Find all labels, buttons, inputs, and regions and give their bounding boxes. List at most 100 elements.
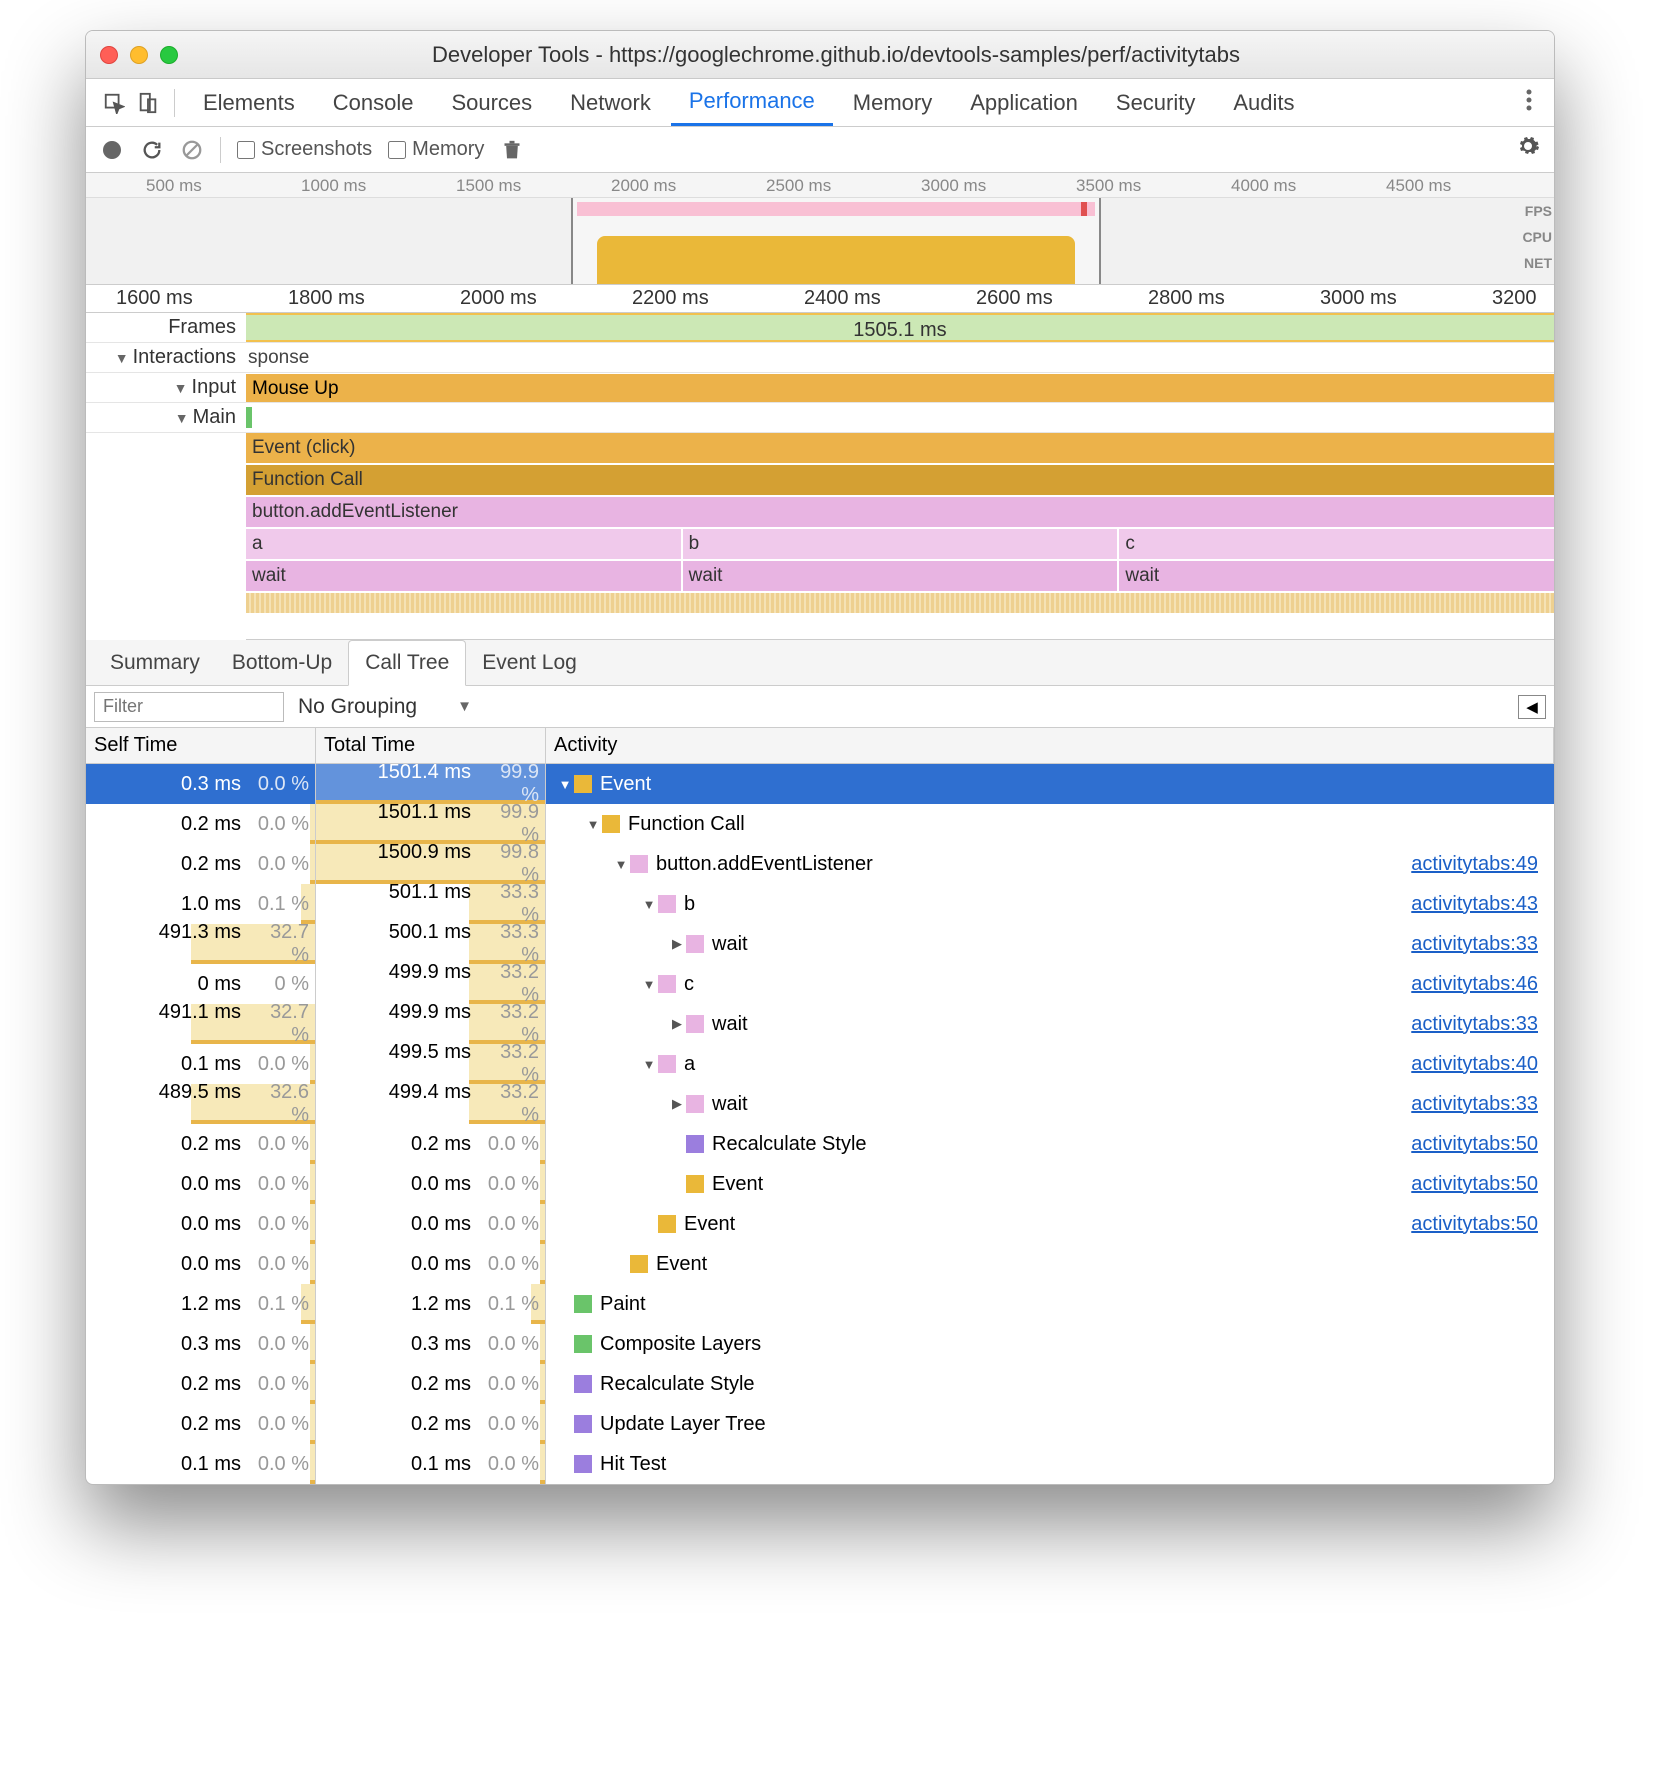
flame-b[interactable]: b [683,529,1118,559]
self-time-cell: 489.5 ms32.6 % [86,1084,316,1124]
table-row[interactable]: 0.2 ms0.0 %0.2 ms0.0 %Update Layer Tree [86,1404,1554,1444]
details-tab-bottom-up[interactable]: Bottom-Up [216,641,348,685]
frames-row[interactable]: Frames 1505.1 ms [86,313,1554,343]
table-row[interactable]: 0.1 ms0.0 %0.1 ms0.0 %Hit Test [86,1444,1554,1484]
table-row[interactable]: 0.0 ms0.0 %0.0 ms0.0 %Eventactivitytabs:… [86,1164,1554,1204]
tab-sources[interactable]: Sources [433,79,550,126]
chevron-down-icon[interactable]: ▼ [115,350,129,366]
source-link[interactable]: activitytabs:43 [1411,893,1538,916]
flame-minor-tasks[interactable] [246,593,1554,613]
table-row[interactable]: 0.3 ms0.0 %0.3 ms0.0 %Composite Layers [86,1324,1554,1364]
zoom-icon[interactable] [160,46,178,64]
flame-function-call[interactable]: Function Call [246,465,1554,495]
source-link[interactable]: activitytabs:46 [1411,973,1538,996]
disclosure-icon[interactable]: ▼ [612,857,630,872]
table-row[interactable]: 0.2 ms0.0 %0.2 ms0.0 %Recalculate Style [86,1364,1554,1404]
titlebar: Developer Tools - https://googlechrome.g… [86,31,1554,79]
table-row[interactable]: 489.5 ms32.6 %499.4 ms33.2 %▶waitactivit… [86,1084,1554,1124]
show-timeline-icon[interactable]: ◀ [1518,695,1546,719]
grouping-select[interactable]: No Grouping ▼ [298,695,472,719]
table-row[interactable]: 0.3 ms0.0 %1501.4 ms99.9 %▼Event [86,764,1554,804]
overview-selection[interactable] [571,198,1101,284]
table-row[interactable]: 0 ms0 %499.9 ms33.2 %▼cactivitytabs:46 [86,964,1554,1004]
flame-chart[interactable]: Event (click) Function Call button.addEv… [246,433,1554,640]
table-row[interactable]: 1.2 ms0.1 %1.2 ms0.1 %Paint [86,1284,1554,1324]
tab-audits[interactable]: Audits [1215,79,1312,126]
tab-memory[interactable]: Memory [835,79,950,126]
activity-swatch [602,815,620,833]
table-row[interactable]: 0.2 ms0.0 %0.2 ms0.0 %Recalculate Stylea… [86,1124,1554,1164]
tab-application[interactable]: Application [952,79,1096,126]
table-row[interactable]: 0.0 ms0.0 %0.0 ms0.0 %Eventactivitytabs:… [86,1204,1554,1244]
flame-event-click[interactable]: Event (click) [246,433,1554,463]
table-row[interactable]: 491.1 ms32.7 %499.9 ms33.2 %▶waitactivit… [86,1004,1554,1044]
close-icon[interactable] [100,46,118,64]
table-row[interactable]: 491.3 ms32.7 %500.1 ms33.3 %▶waitactivit… [86,924,1554,964]
interactions-row[interactable]: ▼Interactions sponse [86,343,1554,373]
chevron-down-icon[interactable]: ▼ [175,410,189,426]
filter-input[interactable] [94,692,284,722]
input-row[interactable]: ▼Input Mouse Up [86,373,1554,403]
clear-icon[interactable] [180,138,204,162]
timeline-tick: 2200 ms [632,287,709,310]
details-tab-call-tree[interactable]: Call Tree [348,640,466,686]
gear-icon[interactable] [1516,134,1540,165]
table-row[interactable]: 0.1 ms0.0 %499.5 ms33.2 %▼aactivitytabs:… [86,1044,1554,1084]
flame-wait-c[interactable]: wait [1119,561,1554,591]
interactions-label: Interactions [133,346,236,369]
tab-console[interactable]: Console [315,79,432,126]
disclosure-icon[interactable]: ▶ [668,1016,686,1032]
overview-body[interactable]: FPS CPU NET [86,198,1554,284]
self-time-cell: 0.1 ms0.0 % [86,1044,316,1084]
total-time-cell: 499.5 ms33.2 % [316,1044,546,1084]
tab-network[interactable]: Network [552,79,669,126]
source-link[interactable]: activitytabs:49 [1411,853,1538,876]
screenshots-checkbox[interactable]: Screenshots [237,138,372,161]
inspect-icon[interactable] [98,87,130,119]
flame-wait-b[interactable]: wait [683,561,1118,591]
flame-listener[interactable]: button.addEventListener [246,497,1554,527]
flame-c[interactable]: c [1119,529,1554,559]
table-row[interactable]: 0.2 ms0.0 %1500.9 ms99.8 %▼button.addEve… [86,844,1554,884]
details-tab-event-log[interactable]: Event Log [466,641,593,685]
chevron-down-icon[interactable]: ▼ [174,380,188,396]
disclosure-icon[interactable]: ▼ [584,817,602,832]
tab-elements[interactable]: Elements [185,79,313,126]
source-link[interactable]: activitytabs:33 [1411,1013,1538,1036]
table-row[interactable]: 1.0 ms0.1 %501.1 ms33.3 %▼bactivitytabs:… [86,884,1554,924]
disclosure-icon[interactable]: ▼ [640,977,658,992]
tab-security[interactable]: Security [1098,79,1213,126]
source-link[interactable]: activitytabs:50 [1411,1213,1538,1236]
source-link[interactable]: activitytabs:33 [1411,933,1538,956]
overview-pane[interactable]: 500 ms1000 ms1500 ms2000 ms2500 ms3000 m… [86,173,1554,285]
source-link[interactable]: activitytabs:40 [1411,1053,1538,1076]
record-icon[interactable] [100,138,124,162]
flame-wait-a[interactable]: wait [246,561,681,591]
details-tab-summary[interactable]: Summary [94,641,216,685]
source-link[interactable]: activitytabs:50 [1411,1173,1538,1196]
source-link[interactable]: activitytabs:33 [1411,1093,1538,1116]
disclosure-icon[interactable]: ▼ [640,897,658,912]
activity-swatch [686,1095,704,1113]
table-row[interactable]: 0.2 ms0.0 %1501.1 ms99.9 %▼Function Call [86,804,1554,844]
total-time-cell: 0.3 ms0.0 % [316,1324,546,1364]
source-link[interactable]: activitytabs:50 [1411,1133,1538,1156]
device-icon[interactable] [132,87,164,119]
minimize-icon[interactable] [130,46,148,64]
trash-icon[interactable] [500,138,524,162]
tab-performance[interactable]: Performance [671,79,833,126]
col-self-time[interactable]: Self Time [86,728,316,763]
disclosure-icon[interactable]: ▶ [668,936,686,952]
traffic-lights [100,46,178,64]
more-icon[interactable] [1516,89,1542,116]
disclosure-icon[interactable]: ▼ [640,1057,658,1072]
disclosure-icon[interactable]: ▼ [556,777,574,792]
disclosure-icon[interactable]: ▶ [668,1096,686,1112]
reload-icon[interactable] [140,138,164,162]
flame-a[interactable]: a [246,529,681,559]
main-row[interactable]: ▼Main [86,403,1554,433]
col-total-time[interactable]: Total Time [316,728,546,763]
col-activity[interactable]: Activity [546,728,1554,763]
memory-checkbox[interactable]: Memory [388,138,484,161]
table-row[interactable]: 0.0 ms0.0 %0.0 ms0.0 %Event [86,1244,1554,1284]
